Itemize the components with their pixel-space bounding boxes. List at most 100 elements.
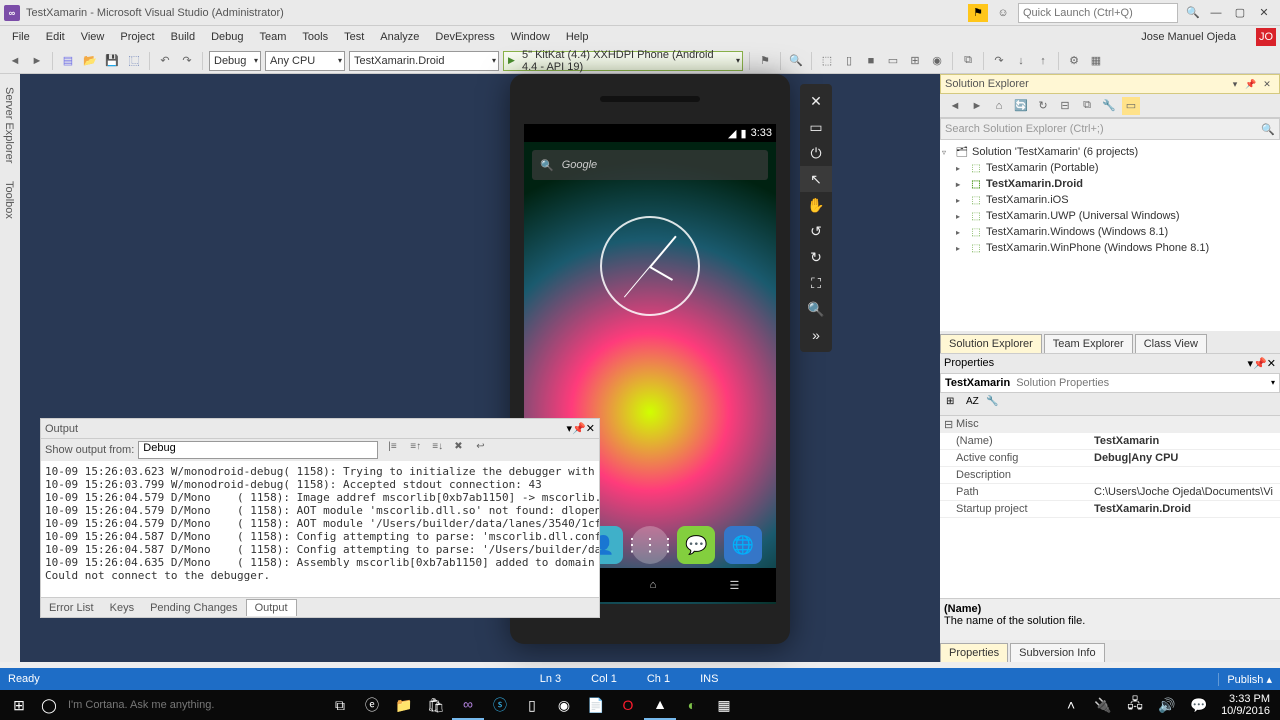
project-node-3[interactable]: ▸⬚TestXamarin.UWP (Universal Windows) bbox=[942, 208, 1278, 224]
menu-build[interactable]: Build bbox=[163, 31, 203, 43]
emu-single-touch-button[interactable]: ↖ bbox=[800, 166, 832, 192]
prop-close-icon[interactable]: ✕ bbox=[1267, 357, 1276, 370]
dock-apps-icon[interactable]: ⋮⋮⋮ bbox=[631, 526, 669, 564]
tray-volume-icon[interactable]: 🔊 bbox=[1151, 690, 1183, 720]
se-back-icon[interactable]: ◄ bbox=[946, 97, 964, 115]
emu-globe-icon[interactable]: ◉ bbox=[928, 52, 946, 70]
explorer-icon[interactable]: 📁 bbox=[388, 690, 420, 720]
signed-in-user[interactable]: Jose Manuel Ojeda bbox=[1133, 31, 1244, 43]
emu-close-button[interactable]: ✕ bbox=[800, 88, 832, 114]
analog-clock-widget[interactable] bbox=[600, 216, 700, 316]
camtasia-icon[interactable]: ◐ bbox=[676, 690, 708, 720]
tab-pending-changes[interactable]: Pending Changes bbox=[142, 600, 245, 616]
start-debug-button[interactable]: 5" KitKat (4.4) XXHDPI Phone (Android 4.… bbox=[503, 51, 743, 71]
emu-window-icon[interactable]: ⧉ bbox=[959, 52, 977, 70]
notepad-icon[interactable]: 📄 bbox=[580, 690, 612, 720]
menu-file[interactable]: File bbox=[4, 31, 38, 43]
minimize-button[interactable]: — bbox=[1204, 3, 1228, 23]
emu-zoom-button[interactable]: 🔍 bbox=[800, 296, 832, 322]
se-dropdown-icon[interactable]: ▾ bbox=[1228, 77, 1242, 91]
menu-analyze[interactable]: Analyze bbox=[372, 31, 427, 43]
startup-project-combo[interactable]: TestXamarin.Droid bbox=[349, 51, 499, 71]
solution-platform-combo[interactable]: Any CPU bbox=[265, 51, 345, 71]
phone-task-icon[interactable]: ▯ bbox=[516, 690, 548, 720]
tray-notif-icon[interactable]: 💬 bbox=[1183, 690, 1215, 720]
output-clear-icon[interactable]: ✖ bbox=[454, 441, 472, 459]
tb-misc2-icon[interactable]: ▦ bbox=[1087, 52, 1105, 70]
find-icon[interactable]: 🔍 bbox=[787, 52, 805, 70]
tb-icon-1[interactable]: ⚑ bbox=[756, 52, 774, 70]
save-icon[interactable]: 💾 bbox=[103, 52, 121, 70]
prop-row-0[interactable]: (Name)TestXamarin bbox=[940, 433, 1280, 450]
prop-az-icon[interactable]: AZ bbox=[966, 396, 982, 412]
notifications-flag-icon[interactable]: ⚑ bbox=[968, 4, 988, 22]
emu-minimize-button[interactable]: ▭ bbox=[800, 114, 832, 140]
chrome-icon[interactable]: ◉ bbox=[548, 690, 580, 720]
redo-icon[interactable]: ↷ bbox=[178, 52, 196, 70]
tray-power-icon[interactable]: 🔌 bbox=[1087, 690, 1119, 720]
emu-monitor-icon[interactable]: ▭ bbox=[884, 52, 902, 70]
emu-tablet-icon[interactable]: ⬚ bbox=[818, 52, 836, 70]
se-pin-icon[interactable]: 📌 bbox=[1244, 77, 1258, 91]
tab-subversion[interactable]: Subversion Info bbox=[1010, 643, 1104, 662]
menu-window[interactable]: Window bbox=[503, 31, 558, 43]
se-showall-icon[interactable]: ⧉ bbox=[1078, 97, 1096, 115]
se-close-icon[interactable]: ✕ bbox=[1260, 77, 1274, 91]
tab-properties[interactable]: Properties bbox=[940, 643, 1008, 662]
cortana-search[interactable]: I'm Cortana. Ask me anything. bbox=[64, 699, 324, 711]
output-prev-icon[interactable]: ≡↑ bbox=[410, 441, 428, 459]
project-node-2[interactable]: ▸⬚TestXamarin.iOS bbox=[942, 192, 1278, 208]
store-icon[interactable]: 🛍 bbox=[420, 690, 452, 720]
se-home-icon[interactable]: ⌂ bbox=[990, 97, 1008, 115]
start-button[interactable]: ⊞ bbox=[4, 690, 34, 720]
quick-launch-input[interactable] bbox=[1018, 3, 1178, 23]
project-node-1[interactable]: ▸⬚TestXamarin.Droid bbox=[942, 176, 1278, 192]
menu-edit[interactable]: Edit bbox=[38, 31, 73, 43]
tab-output[interactable]: Output bbox=[246, 599, 297, 616]
output-next-icon[interactable]: ≡↓ bbox=[432, 441, 450, 459]
se-refresh-icon[interactable]: ↻ bbox=[1034, 97, 1052, 115]
output-pin-icon[interactable]: 📌 bbox=[572, 422, 586, 435]
save-all-icon[interactable]: ⿺ bbox=[125, 52, 143, 70]
output-close-icon[interactable]: ✕ bbox=[586, 422, 595, 435]
prop-row-1[interactable]: Active configDebug|Any CPU bbox=[940, 450, 1280, 467]
user-avatar-badge[interactable]: JO bbox=[1256, 28, 1276, 46]
cortana-icon[interactable]: ◯ bbox=[34, 697, 64, 714]
tray-up-icon[interactable]: ˄ bbox=[1055, 690, 1087, 720]
se-properties-icon[interactable]: 🔧 bbox=[1100, 97, 1118, 115]
nav-forward-icon[interactable]: ► bbox=[28, 52, 46, 70]
dock-browser-icon[interactable]: 🌐 bbox=[724, 526, 762, 564]
menu-project[interactable]: Project bbox=[112, 31, 162, 43]
nav-home-icon[interactable]: ⌂ bbox=[650, 579, 657, 591]
emu-power-button[interactable]: ⏻ bbox=[800, 140, 832, 166]
menu-view[interactable]: View bbox=[73, 31, 113, 43]
emu-more-button[interactable]: » bbox=[800, 322, 832, 348]
properties-grid[interactable]: ⊟ Misc(Name)TestXamarinActive configDebu… bbox=[940, 415, 1280, 599]
tab-server-explorer[interactable]: Server Explorer bbox=[0, 78, 20, 172]
project-node-5[interactable]: ▸⬚TestXamarin.WinPhone (Windows Phone 8.… bbox=[942, 240, 1278, 256]
undo-icon[interactable]: ↶ bbox=[156, 52, 174, 70]
prop-pages-icon[interactable]: 🔧 bbox=[986, 396, 1002, 412]
solution-root[interactable]: ▿🗂Solution 'TestXamarin' (6 projects) bbox=[942, 144, 1278, 160]
emu-multi-touch-button[interactable]: ✋ bbox=[800, 192, 832, 218]
tab-error-list[interactable]: Error List bbox=[41, 600, 102, 616]
se-preview-icon[interactable]: ▭ bbox=[1122, 97, 1140, 115]
google-search-bar[interactable]: 🔍 Google bbox=[532, 150, 768, 180]
vs-taskbar-icon[interactable]: ∞ bbox=[452, 690, 484, 720]
tab-solution-explorer[interactable]: Solution Explorer bbox=[940, 334, 1042, 353]
tab-toolbox[interactable]: Toolbox bbox=[0, 172, 20, 228]
se-fwd-icon[interactable]: ► bbox=[968, 97, 986, 115]
emu-phone-icon[interactable]: ▯ bbox=[840, 52, 858, 70]
solution-config-combo[interactable]: Debug bbox=[209, 51, 261, 71]
project-node-4[interactable]: ▸⬚TestXamarin.Windows (Windows 8.1) bbox=[942, 224, 1278, 240]
tab-team-explorer[interactable]: Team Explorer bbox=[1044, 334, 1133, 353]
prop-cat-icon[interactable]: ⊞ bbox=[946, 396, 962, 412]
feedback-icon[interactable]: ☺ bbox=[994, 4, 1012, 22]
tab-class-view[interactable]: Class View bbox=[1135, 334, 1207, 353]
search-icon[interactable]: 🔍 bbox=[1184, 4, 1202, 22]
menu-test[interactable]: Test bbox=[336, 31, 372, 43]
skype-icon[interactable]: ⓢ bbox=[484, 690, 516, 720]
menu-team[interactable]: Team bbox=[252, 31, 295, 43]
emu-cam-icon[interactable]: ■ bbox=[862, 52, 880, 70]
open-file-icon[interactable]: 📂 bbox=[81, 52, 99, 70]
